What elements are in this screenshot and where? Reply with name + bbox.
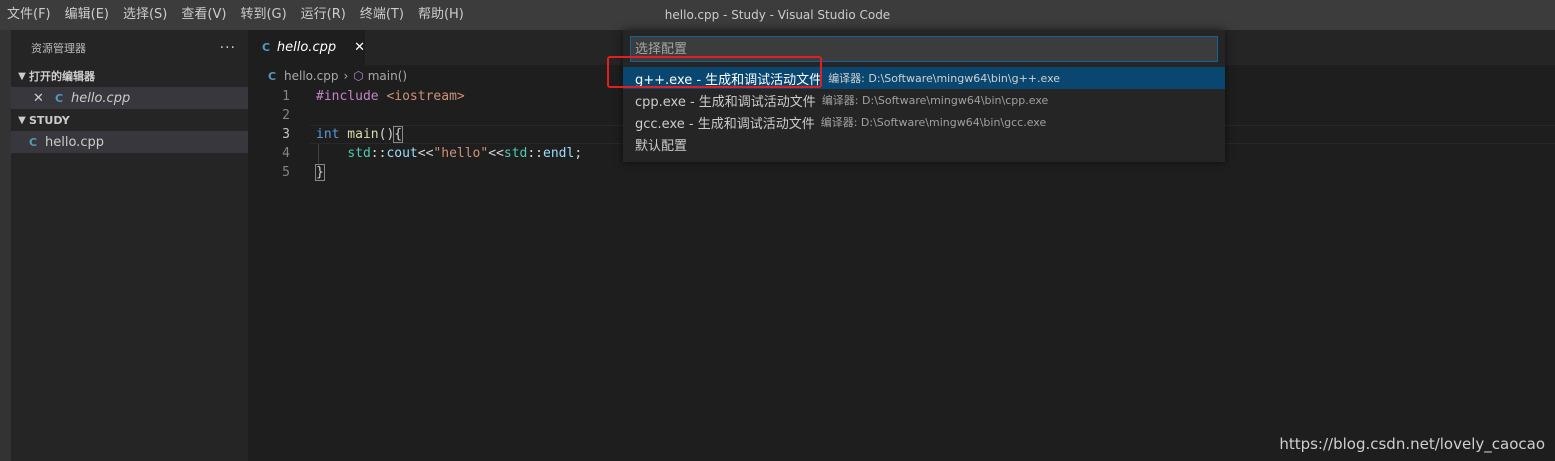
- watermark: https://blog.csdn.net/lovely_caocao: [1279, 435, 1545, 453]
- breadcrumb-separator: ›: [343, 69, 349, 83]
- quick-pick-widget: g++.exe - 生成和调试活动文件 编译器: D:\Software\min…: [623, 30, 1225, 162]
- more-actions-icon[interactable]: ···: [220, 40, 236, 56]
- line-number: 5: [282, 165, 290, 180]
- file-tree-item[interactable]: C hello.cpp: [11, 131, 248, 153]
- quick-pick-list: g++.exe - 生成和调试活动文件 编译器: D:\Software\min…: [623, 67, 1225, 155]
- line-number: 2: [282, 108, 290, 123]
- quick-pick-item-gpp[interactable]: g++.exe - 生成和调试活动文件 编译器: D:\Software\min…: [623, 67, 1225, 89]
- preprocessor-directive: #include: [316, 89, 379, 104]
- line-number: 4: [282, 146, 290, 161]
- file-label: hello.cpp: [45, 134, 104, 150]
- close-brace: }: [315, 164, 325, 181]
- open-editor-label: hello.cpp: [71, 90, 131, 106]
- activity-bar: [0, 30, 11, 461]
- explorer-sidebar: 资源管理器 ··· ▼ 打开的编辑器 ✕ C hello.cpp ▼ STUDY…: [11, 30, 248, 461]
- cpp-file-icon: C: [55, 91, 64, 105]
- quick-pick-item-description: 编译器: D:\Software\mingw64\bin\gcc.exe: [820, 116, 1047, 129]
- parens: (): [378, 127, 395, 142]
- quick-pick-item-label: g++.exe - 生成和调试活动文件: [635, 72, 823, 88]
- cube-icon: ⬡: [353, 69, 364, 83]
- line-number: 1: [282, 89, 290, 104]
- chevron-down-icon: ▼: [18, 70, 26, 82]
- title-bar: 文件(F) 编辑(E) 选择(S) 查看(V) 转到(G) 运行(R) 终端(T…: [0, 0, 1555, 30]
- explorer-title: 资源管理器: [31, 41, 86, 55]
- open-editors-title: 打开的编辑器: [29, 70, 95, 83]
- close-icon[interactable]: ✕: [33, 91, 49, 106]
- quick-pick-item-label: 默认配置: [635, 138, 688, 154]
- namespace: std: [347, 146, 371, 161]
- close-icon[interactable]: ✕: [354, 40, 365, 55]
- function-name: main: [339, 127, 379, 142]
- breadcrumb-symbol[interactable]: main(): [368, 69, 407, 83]
- open-editors-section-header[interactable]: ▼ 打开的编辑器: [11, 65, 248, 87]
- quick-pick-item-gcc[interactable]: gcc.exe - 生成和调试活动文件 编译器: D:\Software\min…: [623, 111, 1225, 133]
- folder-title: STUDY: [29, 113, 70, 127]
- quick-pick-item-label: cpp.exe - 生成和调试活动文件: [635, 94, 816, 110]
- tab-label: hello.cpp: [276, 40, 337, 55]
- identifier: cout: [386, 146, 418, 161]
- tab-hello-cpp[interactable]: C hello.cpp ✕: [248, 30, 365, 65]
- quick-pick-item-label: gcc.exe - 生成和调试活动文件: [635, 116, 815, 132]
- breadcrumb-file[interactable]: hello.cpp: [284, 69, 338, 83]
- scope-operator: ::: [370, 146, 387, 161]
- quick-pick-item-default[interactable]: 默认配置: [623, 133, 1225, 155]
- quick-pick-item-description: 编译器: D:\Software\mingw64\bin\g++.exe: [828, 72, 1061, 85]
- stream-operator: <<: [417, 146, 434, 161]
- include-header: <iostream>: [378, 89, 465, 104]
- semicolon: ;: [574, 146, 583, 161]
- quick-pick-input[interactable]: [630, 36, 1218, 62]
- open-brace: {: [393, 126, 404, 143]
- code-line: 5 }: [248, 163, 1555, 182]
- explorer-header: 资源管理器 ···: [11, 30, 248, 65]
- cpp-file-icon: C: [262, 41, 271, 54]
- quick-pick-item-cpp[interactable]: cpp.exe - 生成和调试活动文件 编译器: D:\Software\min…: [623, 89, 1225, 111]
- type-keyword: int: [316, 127, 340, 142]
- string-literal: "hello": [433, 146, 489, 161]
- line-number: 3: [282, 127, 290, 142]
- quick-pick-item-description: 编译器: D:\Software\mingw64\bin\cpp.exe: [821, 94, 1049, 107]
- window-title: hello.cpp - Study - Visual Studio Code: [664, 8, 891, 22]
- scope-operator: ::: [527, 146, 544, 161]
- cpp-file-icon: C: [268, 69, 277, 83]
- identifier: endl: [543, 146, 575, 161]
- cpp-file-icon: C: [29, 135, 38, 149]
- chevron-down-icon: ▼: [18, 114, 26, 126]
- stream-operator: <<: [488, 146, 504, 161]
- folder-section-header[interactable]: ▼ STUDY: [11, 109, 248, 131]
- namespace: std: [503, 146, 528, 161]
- open-editor-item[interactable]: ✕ C hello.cpp: [11, 87, 248, 109]
